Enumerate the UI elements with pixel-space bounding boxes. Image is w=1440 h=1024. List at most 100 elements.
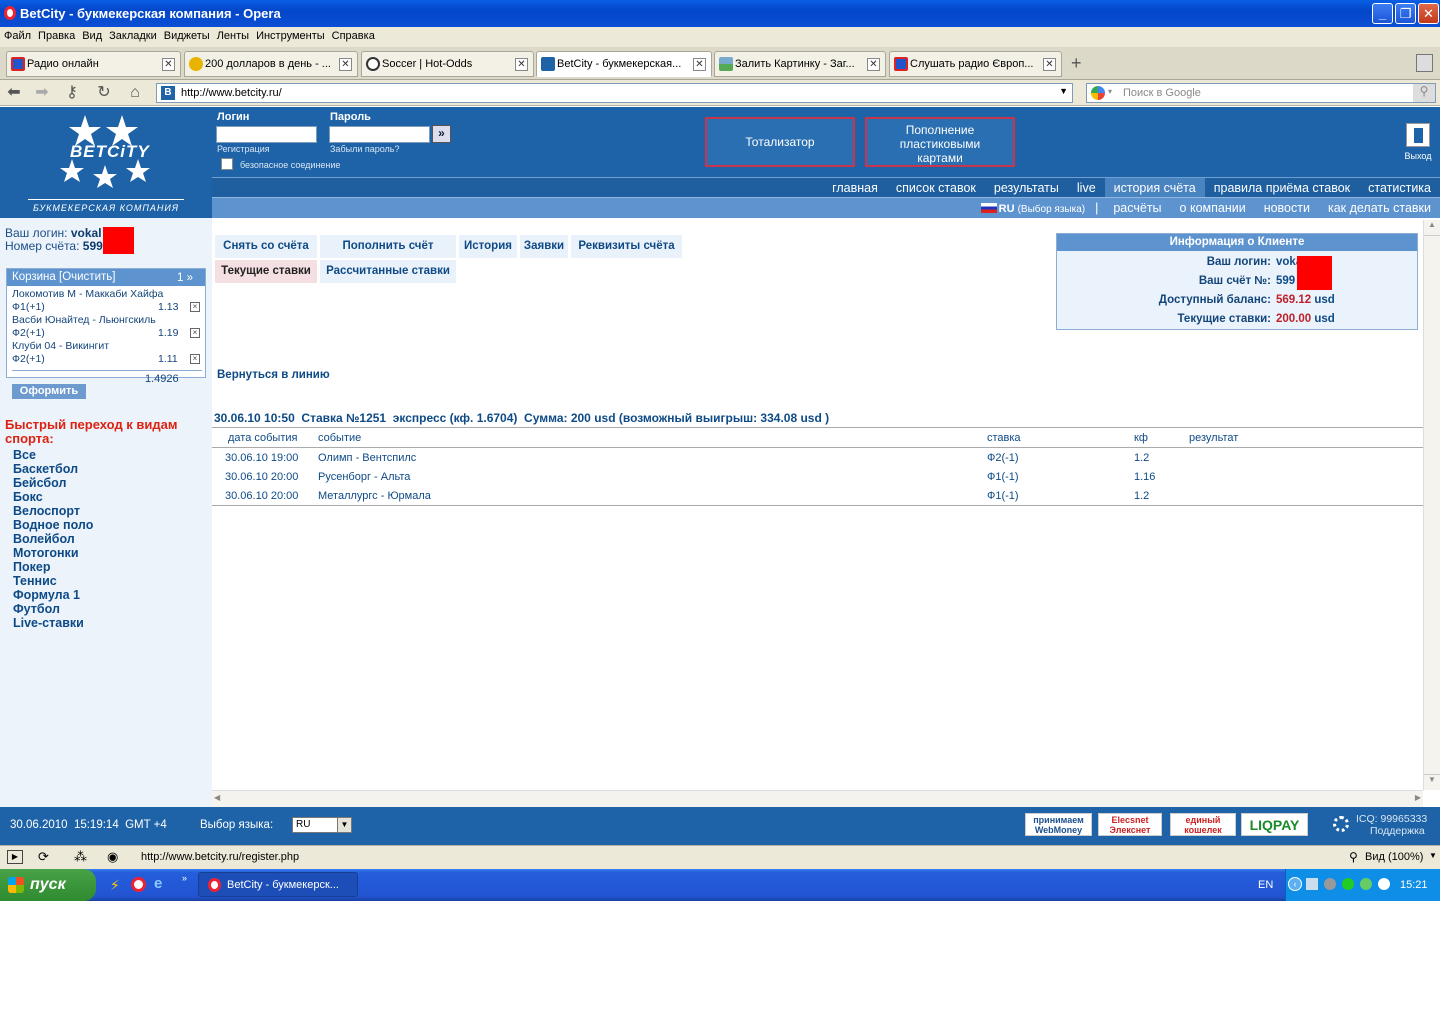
speaker-icon[interactable] (1378, 878, 1390, 890)
subtab-settled-bets[interactable]: Рассчитанные ставки (320, 260, 456, 283)
url-input[interactable]: B http://www.betcity.ru/ ▼ (156, 83, 1073, 103)
menu-feeds[interactable]: Ленты (213, 27, 252, 42)
search-icon[interactable]: ⚲ (1413, 84, 1435, 102)
sport-link[interactable]: Покер (13, 560, 93, 574)
tray-expand-icon[interactable]: ‹ (1288, 877, 1302, 891)
vertical-scrollbar[interactable]: ▲ ▼ (1423, 220, 1440, 790)
maximize-button[interactable]: ❐ (1395, 3, 1416, 24)
close-window-button[interactable]: ✕ (1418, 3, 1439, 24)
login-submit-button[interactable]: » (432, 125, 451, 143)
remove-icon[interactable]: × (190, 328, 200, 338)
password-input[interactable] (329, 126, 430, 143)
quicklaunch-more-icon[interactable]: » (182, 873, 187, 883)
trash-icon[interactable] (1416, 54, 1433, 72)
subtab-account-details[interactable]: Реквизиты счёта (571, 235, 682, 258)
sport-link[interactable]: Велоспорт (13, 504, 93, 518)
nav-results[interactable]: результаты (985, 178, 1068, 197)
ie-icon[interactable]: e (154, 875, 162, 892)
subtab-current-bets[interactable]: Текущие ставки (215, 260, 317, 283)
minimize-button[interactable]: _ (1372, 3, 1393, 24)
input-language[interactable]: EN (1258, 879, 1273, 891)
subtab-deposit[interactable]: Пополнить счёт (320, 235, 456, 258)
taskbar-item-betcity[interactable]: BetCity - букмекерск... (198, 872, 358, 897)
opera-quicklaunch-icon[interactable] (131, 877, 146, 892)
liqpay-badge[interactable]: LIQPAY (1241, 813, 1308, 836)
support-link[interactable]: Поддержка (1356, 825, 1427, 837)
nav-home[interactable]: главная (823, 178, 887, 197)
tab-close-icon[interactable]: ✕ (339, 58, 352, 71)
tab-upload-image[interactable]: Залить Картинку - Заг... ✕ (714, 51, 886, 77)
card-topup-button[interactable]: Пополнение пластиковыми картами (865, 117, 1015, 167)
tab-radio-europe[interactable]: Слушать радио Європ... ✕ (889, 51, 1062, 77)
nav-rules[interactable]: правила приёма ставок (1205, 178, 1359, 197)
nav-about[interactable]: о компании (1171, 198, 1255, 215)
quicklaunch-icon[interactable]: ⚡ (110, 877, 120, 894)
back-icon[interactable]: ⬅ (4, 83, 24, 103)
sport-link[interactable]: Формула 1 (13, 588, 93, 602)
secure-connection-checkbox[interactable] (221, 158, 233, 170)
tab-close-icon[interactable]: ✕ (162, 58, 175, 71)
bet-slip-title[interactable]: Корзина [Очистить] (12, 271, 115, 283)
search-engine-dropdown-icon[interactable]: ▾ (1108, 87, 1112, 96)
tab-200-dollars[interactable]: 200 долларов в день - ... ✕ (184, 51, 358, 77)
scroll-up-icon[interactable]: ▲ (1424, 220, 1440, 236)
menu-bookmarks[interactable]: Закладки (105, 27, 160, 42)
menu-help[interactable]: Справка (328, 27, 378, 42)
tab-close-icon[interactable]: ✕ (867, 58, 880, 71)
login-input[interactable] (216, 126, 317, 143)
search-input[interactable]: ▾ Поиск в Google ⚲ (1086, 83, 1436, 103)
scroll-right-icon[interactable]: ▶ (1415, 793, 1421, 802)
menu-file[interactable]: Файл (0, 27, 34, 42)
nav-statistics[interactable]: статистика (1359, 178, 1440, 197)
exit-button[interactable]: Выход (1403, 123, 1433, 161)
tab-close-icon[interactable]: ✕ (693, 58, 706, 71)
network-icon[interactable] (1306, 878, 1318, 890)
elecsnet-badge[interactable]: Elecsnet Элекснет (1098, 813, 1162, 836)
turbo-icon[interactable]: ◉ (107, 849, 118, 865)
menu-widgets[interactable]: Виджеты (160, 27, 213, 42)
tab-soccer[interactable]: Soccer | Hot-Odds ✕ (361, 51, 534, 77)
tab-close-icon[interactable]: ✕ (1043, 58, 1056, 71)
sport-link[interactable]: Волейбол (13, 532, 93, 546)
nav-how-to-bet[interactable]: как делать ставки (1319, 198, 1440, 215)
back-to-line-link[interactable]: Вернуться в линию (217, 369, 330, 381)
forward-icon[interactable]: ➡ (32, 83, 52, 103)
betcity-logo[interactable]: BETCiTY БУКМЕКЕРСКАЯ КОМПАНИЯ (0, 107, 212, 218)
subtab-requests[interactable]: Заявки (520, 235, 568, 258)
language-select[interactable]: RU ▼ (292, 817, 352, 833)
sport-link[interactable]: Live-ставки (13, 616, 93, 630)
home-icon[interactable]: ⌂ (125, 83, 145, 103)
sport-link[interactable]: Футбол (13, 602, 93, 616)
sport-link[interactable]: Все (13, 448, 93, 462)
menu-edit[interactable]: Правка (34, 27, 78, 42)
sport-link[interactable]: Мотогонки (13, 546, 93, 560)
zoom-level[interactable]: Вид (100%) (1365, 851, 1423, 863)
clock[interactable]: 15:21 (1400, 879, 1428, 891)
remove-icon[interactable]: × (190, 302, 200, 312)
sync-icon[interactable]: ⟳ (38, 849, 49, 865)
subtab-history[interactable]: История (459, 235, 517, 258)
remove-icon[interactable]: × (190, 354, 200, 364)
sport-link[interactable]: Бейсбол (13, 476, 93, 490)
scroll-left-icon[interactable]: ◀ (214, 793, 220, 802)
sport-link[interactable]: Теннис (13, 574, 93, 588)
sport-link[interactable]: Баскетбол (13, 462, 93, 476)
forgot-password-link[interactable]: Забыли пароль? (330, 144, 399, 154)
panel-toggle-icon[interactable]: ▶ (7, 850, 23, 864)
nav-bet-list[interactable]: список ставок (887, 178, 985, 197)
menu-tools[interactable]: Инструменты (252, 27, 328, 42)
language-selector[interactable]: RU (Выбор языка) (972, 200, 1089, 215)
nav-account-history[interactable]: история счёта (1104, 178, 1205, 197)
horizontal-scrollbar[interactable]: ◀ ▶ (212, 790, 1423, 807)
tray-app-icon[interactable] (1324, 878, 1336, 890)
register-link[interactable]: Регистрация (217, 144, 270, 154)
tab-radio[interactable]: Радио онлайн ✕ (6, 51, 181, 77)
nav-settlements[interactable]: расчёты (1104, 198, 1170, 215)
nav-live[interactable]: live (1068, 178, 1105, 197)
menu-view[interactable]: Вид (78, 27, 105, 42)
sport-link[interactable]: Водное поло (13, 518, 93, 532)
reload-icon[interactable]: ↻ (94, 83, 114, 103)
bet-slip-count[interactable]: 1 » (177, 272, 193, 284)
nav-news[interactable]: новости (1255, 198, 1319, 215)
icq-icon[interactable] (1342, 878, 1354, 890)
